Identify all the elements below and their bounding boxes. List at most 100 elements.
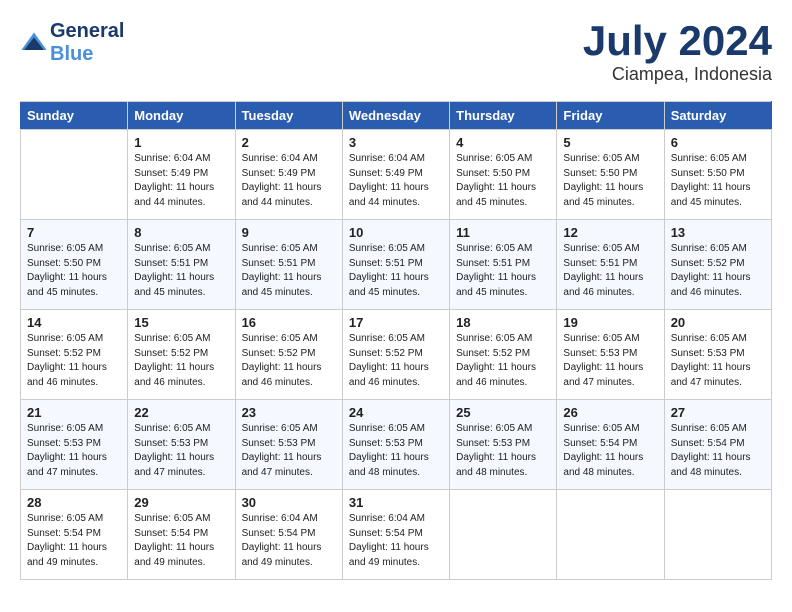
calendar-week-row: 7 Sunrise: 6:05 AM Sunset: 5:50 PM Daylig… xyxy=(21,220,772,310)
day-number: 8 xyxy=(134,225,228,240)
day-number: 21 xyxy=(27,405,121,420)
calendar-cell: 28 Sunrise: 6:05 AM Sunset: 5:54 PM Dayli… xyxy=(21,490,128,580)
calendar-cell: 4Sunrise: 6:05 AM Sunset: 5:50 PM Daylig… xyxy=(450,130,557,220)
calendar-cell: 3 Sunrise: 6:04 AM Sunset: 5:49 PM Daylig… xyxy=(342,130,449,220)
day-info: Sunrise: 6:04 AM Sunset: 5:49 PM Dayligh… xyxy=(349,152,443,210)
month-title: July 2024 xyxy=(583,20,772,62)
col-wednesday: Wednesday xyxy=(342,102,449,130)
calendar-cell: 30Sunrise: 6:04 AM Sunset: 5:54 PM Dayli… xyxy=(235,490,342,580)
day-number: 29 xyxy=(134,495,228,510)
day-info: Sunrise: 6:05 AM Sunset: 5:52 PM Dayligh… xyxy=(242,332,336,390)
calendar-cell: 17 Sunrise: 6:05 AM Sunset: 5:52 PM Dayli… xyxy=(342,310,449,400)
day-number: 6 xyxy=(671,135,765,150)
day-number: 2 xyxy=(242,135,336,150)
col-saturday: Saturday xyxy=(664,102,771,130)
calendar-cell: 15 Sunrise: 6:05 AM Sunset: 5:52 PM Dayli… xyxy=(128,310,235,400)
day-info: Sunrise: 6:05 AM Sunset: 5:51 PM Dayligh… xyxy=(456,242,550,300)
day-info: Sunrise: 6:05 AM Sunset: 5:52 PM Dayligh… xyxy=(349,332,443,390)
col-tuesday: Tuesday xyxy=(235,102,342,130)
col-sunday: Sunday xyxy=(21,102,128,130)
day-info: Sunrise: 6:05 AM Sunset: 5:53 PM Dayligh… xyxy=(456,422,550,480)
calendar-cell: 12 Sunrise: 6:05 AM Sunset: 5:51 PM Dayli… xyxy=(557,220,664,310)
day-info: Sunrise: 6:05 AM Sunset: 5:54 PM Dayligh… xyxy=(671,422,765,480)
logo-text-general: General xyxy=(50,20,124,43)
logo-text-blue: Blue xyxy=(50,43,124,66)
calendar-week-row: 1 Sunrise: 6:04 AM Sunset: 5:49 PM Daylig… xyxy=(21,130,772,220)
logo: General Blue xyxy=(20,20,124,66)
day-info: Sunrise: 6:05 AM Sunset: 5:54 PM Dayligh… xyxy=(27,512,121,570)
calendar-cell: 31 Sunrise: 6:04 AM Sunset: 5:54 PM Dayli… xyxy=(342,490,449,580)
day-number: 19 xyxy=(563,315,657,330)
day-number: 25 xyxy=(456,405,550,420)
day-info: Sunrise: 6:05 AM Sunset: 5:51 PM Dayligh… xyxy=(242,242,336,300)
day-number: 12 xyxy=(563,225,657,240)
day-number: 31 xyxy=(349,495,443,510)
day-number: 3 xyxy=(349,135,443,150)
day-info: Sunrise: 6:05 AM Sunset: 5:54 PM Dayligh… xyxy=(563,422,657,480)
calendar-cell: 19Sunrise: 6:05 AM Sunset: 5:53 PM Dayli… xyxy=(557,310,664,400)
day-info: Sunrise: 6:05 AM Sunset: 5:53 PM Dayligh… xyxy=(27,422,121,480)
day-info: Sunrise: 6:05 AM Sunset: 5:54 PM Dayligh… xyxy=(134,512,228,570)
calendar-cell: 21 Sunrise: 6:05 AM Sunset: 5:53 PM Dayli… xyxy=(21,400,128,490)
calendar-cell: 22Sunrise: 6:05 AM Sunset: 5:53 PM Dayli… xyxy=(128,400,235,490)
col-monday: Monday xyxy=(128,102,235,130)
page-header: General Blue July 2024 Ciampea, Indonesi… xyxy=(20,20,772,85)
logo-icon xyxy=(20,29,48,57)
day-number: 11 xyxy=(456,225,550,240)
day-number: 30 xyxy=(242,495,336,510)
title-block: July 2024 Ciampea, Indonesia xyxy=(583,20,772,85)
calendar-cell: 24Sunrise: 6:05 AM Sunset: 5:53 PM Dayli… xyxy=(342,400,449,490)
calendar-cell: 7 Sunrise: 6:05 AM Sunset: 5:50 PM Daylig… xyxy=(21,220,128,310)
calendar-cell xyxy=(450,490,557,580)
calendar-cell: 20Sunrise: 6:05 AM Sunset: 5:53 PM Dayli… xyxy=(664,310,771,400)
calendar-cell: 9Sunrise: 6:05 AM Sunset: 5:51 PM Daylig… xyxy=(235,220,342,310)
day-number: 18 xyxy=(456,315,550,330)
calendar-cell: 27 Sunrise: 6:05 AM Sunset: 5:54 PM Dayli… xyxy=(664,400,771,490)
calendar-week-row: 14 Sunrise: 6:05 AM Sunset: 5:52 PM Dayli… xyxy=(21,310,772,400)
calendar-cell: 5 Sunrise: 6:05 AM Sunset: 5:50 PM Daylig… xyxy=(557,130,664,220)
day-number: 22 xyxy=(134,405,228,420)
day-number: 23 xyxy=(242,405,336,420)
calendar-cell xyxy=(664,490,771,580)
day-info: Sunrise: 6:05 AM Sunset: 5:50 PM Dayligh… xyxy=(27,242,121,300)
day-number: 27 xyxy=(671,405,765,420)
calendar-cell: 23 Sunrise: 6:05 AM Sunset: 5:53 PM Dayli… xyxy=(235,400,342,490)
day-info: Sunrise: 6:05 AM Sunset: 5:53 PM Dayligh… xyxy=(349,422,443,480)
calendar-cell: 16 Sunrise: 6:05 AM Sunset: 5:52 PM Dayli… xyxy=(235,310,342,400)
calendar-cell: 1 Sunrise: 6:04 AM Sunset: 5:49 PM Daylig… xyxy=(128,130,235,220)
day-number: 10 xyxy=(349,225,443,240)
day-number: 5 xyxy=(563,135,657,150)
calendar-cell xyxy=(557,490,664,580)
col-friday: Friday xyxy=(557,102,664,130)
day-number: 15 xyxy=(134,315,228,330)
day-number: 16 xyxy=(242,315,336,330)
day-info: Sunrise: 6:04 AM Sunset: 5:49 PM Dayligh… xyxy=(134,152,228,210)
day-info: Sunrise: 6:05 AM Sunset: 5:50 PM Dayligh… xyxy=(563,152,657,210)
calendar-header-row: Sunday Monday Tuesday Wednesday Thursday… xyxy=(21,102,772,130)
day-info: Sunrise: 6:05 AM Sunset: 5:52 PM Dayligh… xyxy=(27,332,121,390)
day-info: Sunrise: 6:05 AM Sunset: 5:51 PM Dayligh… xyxy=(563,242,657,300)
day-info: Sunrise: 6:05 AM Sunset: 5:50 PM Dayligh… xyxy=(671,152,765,210)
day-info: Sunrise: 6:04 AM Sunset: 5:49 PM Dayligh… xyxy=(242,152,336,210)
calendar-cell: 14 Sunrise: 6:05 AM Sunset: 5:52 PM Dayli… xyxy=(21,310,128,400)
day-number: 14 xyxy=(27,315,121,330)
location: Ciampea, Indonesia xyxy=(583,64,772,85)
day-info: Sunrise: 6:05 AM Sunset: 5:52 PM Dayligh… xyxy=(134,332,228,390)
calendar-cell: 8 Sunrise: 6:05 AM Sunset: 5:51 PM Daylig… xyxy=(128,220,235,310)
day-info: Sunrise: 6:04 AM Sunset: 5:54 PM Dayligh… xyxy=(349,512,443,570)
day-info: Sunrise: 6:05 AM Sunset: 5:51 PM Dayligh… xyxy=(349,242,443,300)
day-info: Sunrise: 6:05 AM Sunset: 5:52 PM Dayligh… xyxy=(456,332,550,390)
day-number: 17 xyxy=(349,315,443,330)
calendar-week-row: 28 Sunrise: 6:05 AM Sunset: 5:54 PM Dayli… xyxy=(21,490,772,580)
day-number: 26 xyxy=(563,405,657,420)
day-info: Sunrise: 6:05 AM Sunset: 5:51 PM Dayligh… xyxy=(134,242,228,300)
day-number: 1 xyxy=(134,135,228,150)
day-number: 28 xyxy=(27,495,121,510)
calendar-cell: 13Sunrise: 6:05 AM Sunset: 5:52 PM Dayli… xyxy=(664,220,771,310)
calendar-cell: 29 Sunrise: 6:05 AM Sunset: 5:54 PM Dayli… xyxy=(128,490,235,580)
day-number: 7 xyxy=(27,225,121,240)
day-info: Sunrise: 6:05 AM Sunset: 5:53 PM Dayligh… xyxy=(671,332,765,390)
calendar-cell: 11 Sunrise: 6:05 AM Sunset: 5:51 PM Dayli… xyxy=(450,220,557,310)
calendar-cell: 6 Sunrise: 6:05 AM Sunset: 5:50 PM Daylig… xyxy=(664,130,771,220)
day-info: Sunrise: 6:05 AM Sunset: 5:53 PM Dayligh… xyxy=(242,422,336,480)
